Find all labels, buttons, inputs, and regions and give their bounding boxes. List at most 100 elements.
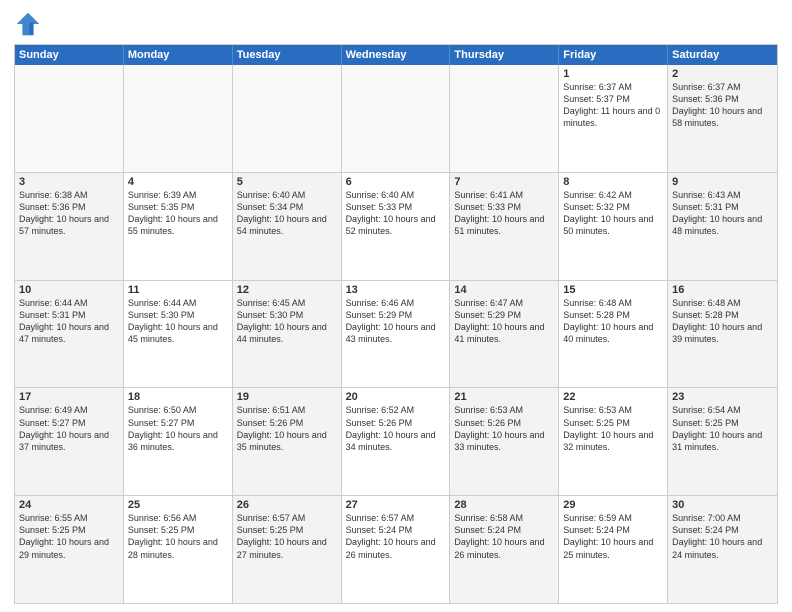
day-number: 4: [128, 176, 228, 188]
day-number: 25: [128, 499, 228, 511]
cal-cell-3-2: 19Sunrise: 6:51 AMSunset: 5:26 PMDayligh…: [233, 388, 342, 495]
cell-info: Sunrise: 6:59 AMSunset: 5:24 PMDaylight:…: [563, 512, 663, 561]
day-number: 23: [672, 391, 773, 403]
calendar-header: SundayMondayTuesdayWednesdayThursdayFrid…: [15, 45, 777, 65]
header-day-tuesday: Tuesday: [233, 45, 342, 65]
header-day-thursday: Thursday: [450, 45, 559, 65]
day-number: 3: [19, 176, 119, 188]
day-number: 28: [454, 499, 554, 511]
day-number: 10: [19, 284, 119, 296]
cal-cell-2-2: 12Sunrise: 6:45 AMSunset: 5:30 PMDayligh…: [233, 281, 342, 388]
header-day-monday: Monday: [124, 45, 233, 65]
day-number: 18: [128, 391, 228, 403]
cal-cell-3-6: 23Sunrise: 6:54 AMSunset: 5:25 PMDayligh…: [668, 388, 777, 495]
calendar: SundayMondayTuesdayWednesdayThursdayFrid…: [14, 44, 778, 604]
header-day-wednesday: Wednesday: [342, 45, 451, 65]
cell-info: Sunrise: 7:00 AMSunset: 5:24 PMDaylight:…: [672, 512, 773, 561]
cal-cell-2-5: 15Sunrise: 6:48 AMSunset: 5:28 PMDayligh…: [559, 281, 668, 388]
cal-cell-1-0: 3Sunrise: 6:38 AMSunset: 5:36 PMDaylight…: [15, 173, 124, 280]
cal-cell-1-5: 8Sunrise: 6:42 AMSunset: 5:32 PMDaylight…: [559, 173, 668, 280]
day-number: 9: [672, 176, 773, 188]
week-row-4: 24Sunrise: 6:55 AMSunset: 5:25 PMDayligh…: [15, 495, 777, 603]
week-row-2: 10Sunrise: 6:44 AMSunset: 5:31 PMDayligh…: [15, 280, 777, 388]
cal-cell-4-6: 30Sunrise: 7:00 AMSunset: 5:24 PMDayligh…: [668, 496, 777, 603]
cal-cell-3-0: 17Sunrise: 6:49 AMSunset: 5:27 PMDayligh…: [15, 388, 124, 495]
header: [14, 10, 778, 38]
cell-info: Sunrise: 6:47 AMSunset: 5:29 PMDaylight:…: [454, 297, 554, 346]
cell-info: Sunrise: 6:40 AMSunset: 5:34 PMDaylight:…: [237, 189, 337, 238]
day-number: 21: [454, 391, 554, 403]
day-number: 11: [128, 284, 228, 296]
cal-cell-0-2: [233, 65, 342, 172]
cell-info: Sunrise: 6:37 AMSunset: 5:36 PMDaylight:…: [672, 81, 773, 130]
cell-info: Sunrise: 6:42 AMSunset: 5:32 PMDaylight:…: [563, 189, 663, 238]
cell-info: Sunrise: 6:49 AMSunset: 5:27 PMDaylight:…: [19, 404, 119, 453]
cal-cell-0-3: [342, 65, 451, 172]
cell-info: Sunrise: 6:46 AMSunset: 5:29 PMDaylight:…: [346, 297, 446, 346]
header-day-friday: Friday: [559, 45, 668, 65]
cell-info: Sunrise: 6:54 AMSunset: 5:25 PMDaylight:…: [672, 404, 773, 453]
cell-info: Sunrise: 6:37 AMSunset: 5:37 PMDaylight:…: [563, 81, 663, 130]
day-number: 8: [563, 176, 663, 188]
cell-info: Sunrise: 6:52 AMSunset: 5:26 PMDaylight:…: [346, 404, 446, 453]
day-number: 1: [563, 68, 663, 80]
page: SundayMondayTuesdayWednesdayThursdayFrid…: [0, 0, 792, 612]
day-number: 19: [237, 391, 337, 403]
cal-cell-2-4: 14Sunrise: 6:47 AMSunset: 5:29 PMDayligh…: [450, 281, 559, 388]
logo-area: [14, 10, 46, 38]
day-number: 5: [237, 176, 337, 188]
day-number: 24: [19, 499, 119, 511]
cal-cell-4-4: 28Sunrise: 6:58 AMSunset: 5:24 PMDayligh…: [450, 496, 559, 603]
cal-cell-2-6: 16Sunrise: 6:48 AMSunset: 5:28 PMDayligh…: [668, 281, 777, 388]
day-number: 29: [563, 499, 663, 511]
week-row-3: 17Sunrise: 6:49 AMSunset: 5:27 PMDayligh…: [15, 387, 777, 495]
cell-info: Sunrise: 6:45 AMSunset: 5:30 PMDaylight:…: [237, 297, 337, 346]
cal-cell-1-1: 4Sunrise: 6:39 AMSunset: 5:35 PMDaylight…: [124, 173, 233, 280]
cal-cell-1-3: 6Sunrise: 6:40 AMSunset: 5:33 PMDaylight…: [342, 173, 451, 280]
cell-info: Sunrise: 6:57 AMSunset: 5:24 PMDaylight:…: [346, 512, 446, 561]
cell-info: Sunrise: 6:39 AMSunset: 5:35 PMDaylight:…: [128, 189, 228, 238]
cell-info: Sunrise: 6:53 AMSunset: 5:26 PMDaylight:…: [454, 404, 554, 453]
cal-cell-1-6: 9Sunrise: 6:43 AMSunset: 5:31 PMDaylight…: [668, 173, 777, 280]
cell-info: Sunrise: 6:44 AMSunset: 5:31 PMDaylight:…: [19, 297, 119, 346]
cal-cell-4-3: 27Sunrise: 6:57 AMSunset: 5:24 PMDayligh…: [342, 496, 451, 603]
cell-info: Sunrise: 6:43 AMSunset: 5:31 PMDaylight:…: [672, 189, 773, 238]
cell-info: Sunrise: 6:50 AMSunset: 5:27 PMDaylight:…: [128, 404, 228, 453]
cell-info: Sunrise: 6:57 AMSunset: 5:25 PMDaylight:…: [237, 512, 337, 561]
day-number: 20: [346, 391, 446, 403]
cal-cell-2-0: 10Sunrise: 6:44 AMSunset: 5:31 PMDayligh…: [15, 281, 124, 388]
day-number: 14: [454, 284, 554, 296]
day-number: 15: [563, 284, 663, 296]
week-row-1: 3Sunrise: 6:38 AMSunset: 5:36 PMDaylight…: [15, 172, 777, 280]
cal-cell-3-5: 22Sunrise: 6:53 AMSunset: 5:25 PMDayligh…: [559, 388, 668, 495]
cal-cell-0-6: 2Sunrise: 6:37 AMSunset: 5:36 PMDaylight…: [668, 65, 777, 172]
day-number: 17: [19, 391, 119, 403]
cal-cell-4-0: 24Sunrise: 6:55 AMSunset: 5:25 PMDayligh…: [15, 496, 124, 603]
cal-cell-3-3: 20Sunrise: 6:52 AMSunset: 5:26 PMDayligh…: [342, 388, 451, 495]
cell-info: Sunrise: 6:48 AMSunset: 5:28 PMDaylight:…: [672, 297, 773, 346]
cal-cell-0-4: [450, 65, 559, 172]
day-number: 26: [237, 499, 337, 511]
header-day-saturday: Saturday: [668, 45, 777, 65]
cal-cell-0-0: [15, 65, 124, 172]
cell-info: Sunrise: 6:44 AMSunset: 5:30 PMDaylight:…: [128, 297, 228, 346]
cal-cell-2-1: 11Sunrise: 6:44 AMSunset: 5:30 PMDayligh…: [124, 281, 233, 388]
cell-info: Sunrise: 6:48 AMSunset: 5:28 PMDaylight:…: [563, 297, 663, 346]
cell-info: Sunrise: 6:56 AMSunset: 5:25 PMDaylight:…: [128, 512, 228, 561]
day-number: 7: [454, 176, 554, 188]
day-number: 12: [237, 284, 337, 296]
cell-info: Sunrise: 6:53 AMSunset: 5:25 PMDaylight:…: [563, 404, 663, 453]
day-number: 2: [672, 68, 773, 80]
cal-cell-4-5: 29Sunrise: 6:59 AMSunset: 5:24 PMDayligh…: [559, 496, 668, 603]
cal-cell-4-2: 26Sunrise: 6:57 AMSunset: 5:25 PMDayligh…: [233, 496, 342, 603]
cal-cell-1-2: 5Sunrise: 6:40 AMSunset: 5:34 PMDaylight…: [233, 173, 342, 280]
week-row-0: 1Sunrise: 6:37 AMSunset: 5:37 PMDaylight…: [15, 65, 777, 172]
cal-cell-0-1: [124, 65, 233, 172]
calendar-body: 1Sunrise: 6:37 AMSunset: 5:37 PMDaylight…: [15, 65, 777, 603]
cell-info: Sunrise: 6:41 AMSunset: 5:33 PMDaylight:…: [454, 189, 554, 238]
cell-info: Sunrise: 6:58 AMSunset: 5:24 PMDaylight:…: [454, 512, 554, 561]
day-number: 27: [346, 499, 446, 511]
cell-info: Sunrise: 6:55 AMSunset: 5:25 PMDaylight:…: [19, 512, 119, 561]
cell-info: Sunrise: 6:38 AMSunset: 5:36 PMDaylight:…: [19, 189, 119, 238]
day-number: 22: [563, 391, 663, 403]
